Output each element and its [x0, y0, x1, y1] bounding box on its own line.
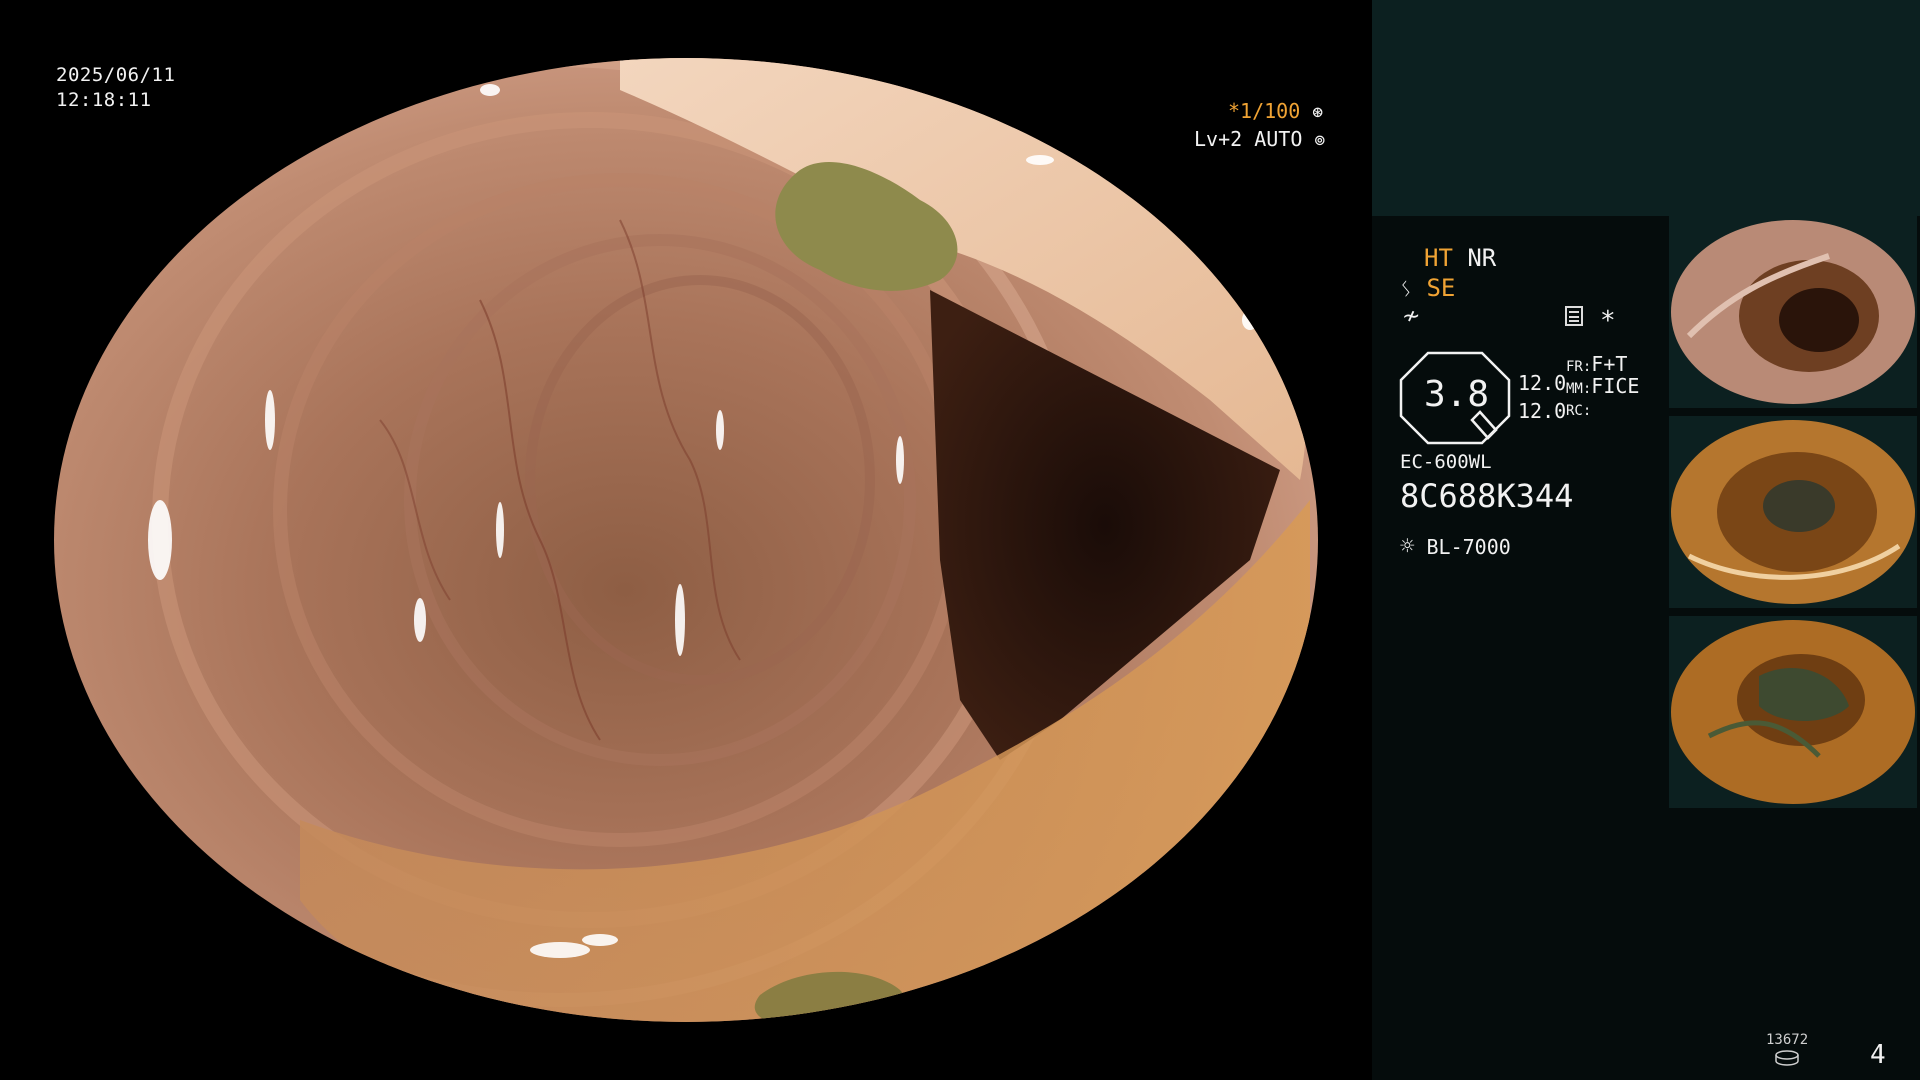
thumbnail-3[interactable]: [1669, 616, 1917, 808]
fr-row: FR:F+T: [1566, 352, 1627, 376]
se-label: SE: [1426, 274, 1456, 302]
nr-label: NR: [1467, 244, 1497, 272]
color-icon: [1565, 306, 1583, 326]
mm-value: FICE: [1591, 374, 1640, 398]
shutter-speed: *1/100 ⊛: [1228, 99, 1323, 123]
light-source-label: BL-7000: [1426, 535, 1511, 559]
storage-counter: 13672: [1766, 1032, 1809, 1048]
thumbnail-2[interactable]: [1669, 416, 1917, 608]
se-icon: ≁: [1402, 304, 1421, 329]
magnification-value: 3.8: [1424, 374, 1490, 415]
shutter-icon: ⊛: [1312, 102, 1324, 123]
mm-label: MM:: [1566, 381, 1592, 397]
structure-enhancement-icon: ᛊ: [1400, 277, 1412, 301]
level-indicator: Lv+2 AUTO ⊚: [1194, 127, 1325, 151]
thumbnail-1[interactable]: [1669, 216, 1917, 408]
value-a: 12.0: [1518, 371, 1567, 395]
fr-value: F+T: [1591, 352, 1628, 376]
exam-time: 12:18:11: [56, 89, 152, 111]
se-indicator: ᛊ SE: [1400, 274, 1455, 302]
disk-icon: [1775, 1050, 1799, 1066]
scope-serial: 8C688K344: [1400, 477, 1574, 515]
settings-asterisk: *: [1600, 306, 1616, 336]
status-panel: HT NR ᛊ SE ≁ * 3.8 12.0 12.0 FR:F+T MM:F…: [1372, 0, 1920, 1080]
endoscope-view: 2025/06/11 12:18:11 *1/100 ⊛ Lv+2 AUTO ⊚: [0, 0, 1372, 1080]
scope-model: EC-600WL: [1400, 451, 1492, 473]
mm-row: MM:FICE: [1566, 374, 1639, 398]
value-b: 12.0: [1518, 399, 1567, 423]
panel-header-area: [1372, 0, 1920, 216]
light-source-icon: ☼: [1400, 532, 1415, 560]
rc-label: RC:: [1566, 403, 1592, 419]
auto-icon: ⊚: [1314, 130, 1326, 151]
light-source-row: ☼ BL-7000: [1400, 532, 1511, 560]
colon-lumen-image: [0, 0, 1372, 1080]
image-count: 4: [1870, 1040, 1886, 1070]
ht-nr-indicator: HT NR: [1424, 244, 1496, 272]
exam-date: 2025/06/11: [56, 64, 176, 86]
ht-label: HT: [1424, 244, 1453, 272]
fr-label: FR:: [1566, 359, 1592, 375]
shutter-label: *1/100: [1228, 99, 1301, 123]
level-label: Lv+2 AUTO: [1194, 127, 1303, 151]
